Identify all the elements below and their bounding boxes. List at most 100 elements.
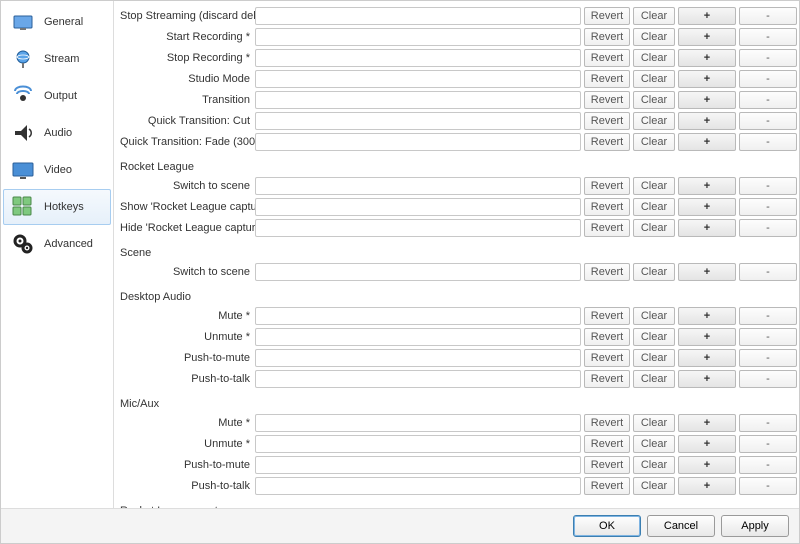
sidebar-item-video[interactable]: Video [3,152,111,188]
remove-binding-button[interactable]: - [739,307,797,325]
clear-button[interactable]: Clear [633,177,675,195]
add-binding-button[interactable]: + [678,70,736,88]
clear-button[interactable]: Clear [633,133,675,151]
clear-button[interactable]: Clear [633,91,675,109]
clear-button[interactable]: Clear [633,435,675,453]
remove-binding-button[interactable]: - [739,177,797,195]
hotkey-input[interactable] [255,70,581,88]
clear-button[interactable]: Clear [633,370,675,388]
clear-button[interactable]: Clear [633,198,675,216]
revert-button[interactable]: Revert [584,307,630,325]
remove-binding-button[interactable]: - [739,91,797,109]
sidebar-item-output[interactable]: Output [3,78,111,114]
hotkey-input[interactable] [255,456,581,474]
remove-binding-button[interactable]: - [739,219,797,237]
remove-binding-button[interactable]: - [739,28,797,46]
remove-binding-button[interactable]: - [739,198,797,216]
revert-button[interactable]: Revert [584,263,630,281]
revert-button[interactable]: Revert [584,477,630,495]
add-binding-button[interactable]: + [678,456,736,474]
sidebar-item-advanced[interactable]: Advanced [3,226,111,262]
revert-button[interactable]: Revert [584,370,630,388]
sidebar-item-general[interactable]: General [3,4,111,40]
hotkey-input[interactable] [255,133,581,151]
add-binding-button[interactable]: + [678,349,736,367]
sidebar-item-hotkeys[interactable]: Hotkeys [3,189,111,225]
remove-binding-button[interactable]: - [739,328,797,346]
add-binding-button[interactable]: + [678,7,736,25]
revert-button[interactable]: Revert [584,70,630,88]
hotkey-input[interactable] [255,177,581,195]
hotkey-input[interactable] [255,370,581,388]
hotkey-input[interactable] [255,7,581,25]
ok-button[interactable]: OK [573,515,641,537]
clear-button[interactable]: Clear [633,49,675,67]
add-binding-button[interactable]: + [678,477,736,495]
revert-button[interactable]: Revert [584,49,630,67]
hotkey-input[interactable] [255,28,581,46]
revert-button[interactable]: Revert [584,219,630,237]
remove-binding-button[interactable]: - [739,349,797,367]
revert-button[interactable]: Revert [584,7,630,25]
add-binding-button[interactable]: + [678,370,736,388]
clear-button[interactable]: Clear [633,28,675,46]
clear-button[interactable]: Clear [633,112,675,130]
revert-button[interactable]: Revert [584,112,630,130]
add-binding-button[interactable]: + [678,177,736,195]
revert-button[interactable]: Revert [584,91,630,109]
clear-button[interactable]: Clear [633,456,675,474]
apply-button[interactable]: Apply [721,515,789,537]
revert-button[interactable]: Revert [584,177,630,195]
revert-button[interactable]: Revert [584,28,630,46]
remove-binding-button[interactable]: - [739,435,797,453]
add-binding-button[interactable]: + [678,263,736,281]
add-binding-button[interactable]: + [678,28,736,46]
hotkey-input[interactable] [255,219,581,237]
hotkey-input[interactable] [255,414,581,432]
hotkey-input[interactable] [255,91,581,109]
remove-binding-button[interactable]: - [739,112,797,130]
clear-button[interactable]: Clear [633,7,675,25]
hotkey-input[interactable] [255,263,581,281]
clear-button[interactable]: Clear [633,328,675,346]
revert-button[interactable]: Revert [584,435,630,453]
clear-button[interactable]: Clear [633,414,675,432]
remove-binding-button[interactable]: - [739,133,797,151]
add-binding-button[interactable]: + [678,219,736,237]
clear-button[interactable]: Clear [633,349,675,367]
revert-button[interactable]: Revert [584,349,630,367]
remove-binding-button[interactable]: - [739,7,797,25]
revert-button[interactable]: Revert [584,133,630,151]
hotkey-input[interactable] [255,477,581,495]
add-binding-button[interactable]: + [678,307,736,325]
sidebar-item-stream[interactable]: Stream [3,41,111,77]
clear-button[interactable]: Clear [633,307,675,325]
hotkey-input[interactable] [255,112,581,130]
clear-button[interactable]: Clear [633,263,675,281]
revert-button[interactable]: Revert [584,328,630,346]
add-binding-button[interactable]: + [678,328,736,346]
remove-binding-button[interactable]: - [739,70,797,88]
hotkey-input[interactable] [255,328,581,346]
add-binding-button[interactable]: + [678,198,736,216]
add-binding-button[interactable]: + [678,133,736,151]
sidebar-item-audio[interactable]: Audio [3,115,111,151]
hotkey-input[interactable] [255,307,581,325]
add-binding-button[interactable]: + [678,49,736,67]
remove-binding-button[interactable]: - [739,49,797,67]
revert-button[interactable]: Revert [584,198,630,216]
revert-button[interactable]: Revert [584,414,630,432]
clear-button[interactable]: Clear [633,477,675,495]
remove-binding-button[interactable]: - [739,456,797,474]
revert-button[interactable]: Revert [584,456,630,474]
remove-binding-button[interactable]: - [739,263,797,281]
clear-button[interactable]: Clear [633,219,675,237]
add-binding-button[interactable]: + [678,435,736,453]
hotkey-input[interactable] [255,198,581,216]
add-binding-button[interactable]: + [678,414,736,432]
hotkey-input[interactable] [255,49,581,67]
clear-button[interactable]: Clear [633,70,675,88]
hotkey-input[interactable] [255,349,581,367]
remove-binding-button[interactable]: - [739,370,797,388]
remove-binding-button[interactable]: - [739,414,797,432]
